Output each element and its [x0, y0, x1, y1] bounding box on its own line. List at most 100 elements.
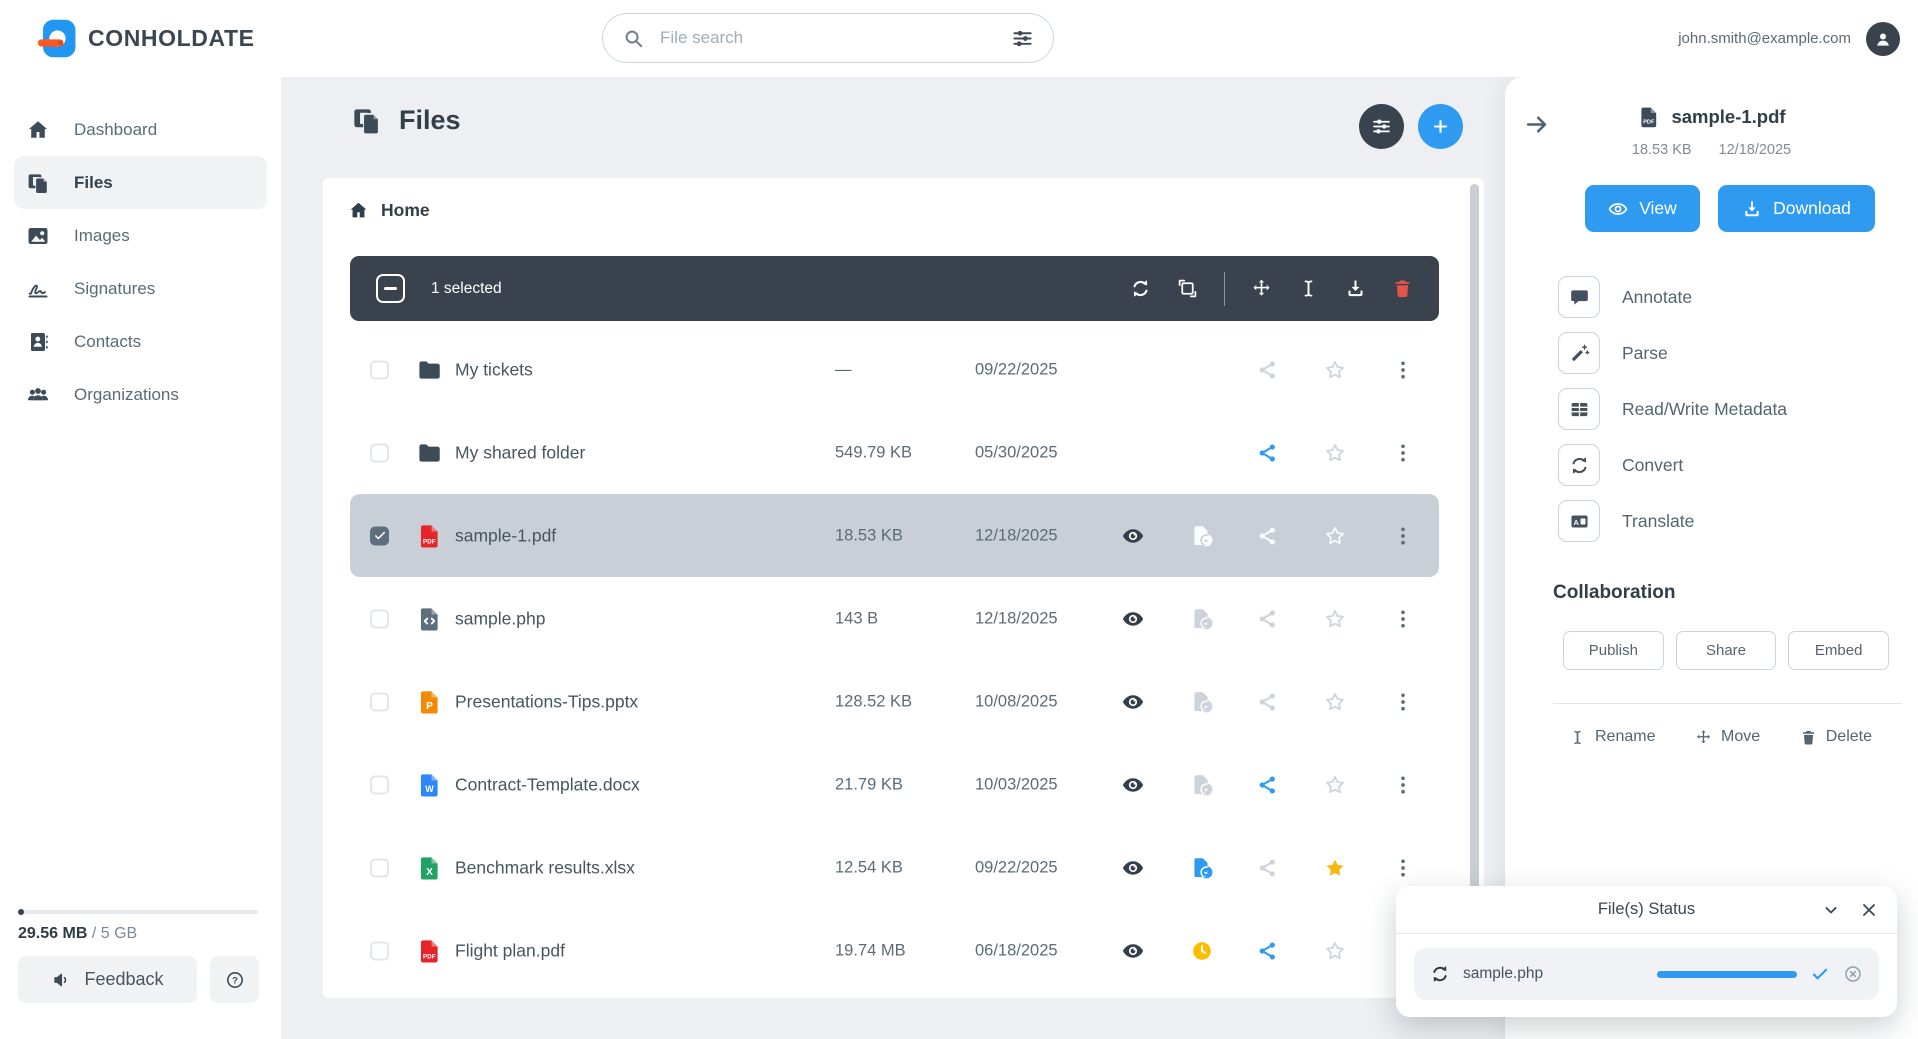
ibeam-button-icon[interactable]	[1298, 278, 1319, 299]
close-icon[interactable]	[1859, 900, 1879, 920]
breadcrumb[interactable]: Home	[348, 200, 430, 221]
preview-button[interactable]	[1122, 690, 1145, 713]
collapse-panel-button[interactable]	[1517, 110, 1556, 139]
file-name: My shared folder	[455, 442, 586, 462]
app-logo[interactable]: CONHOLDATE	[37, 18, 255, 59]
action-parse[interactable]: Parse	[1558, 332, 1918, 374]
view-button[interactable]: View	[1585, 185, 1700, 232]
action-read-write-metadata[interactable]: Read/Write Metadata	[1558, 388, 1918, 430]
share-button[interactable]	[1257, 690, 1280, 713]
refresh-button-icon[interactable]	[1130, 278, 1151, 299]
doc-status-button[interactable]	[1191, 773, 1214, 796]
favorite-button[interactable]	[1324, 524, 1347, 547]
download-button[interactable]: Download	[1718, 185, 1875, 232]
table-row[interactable]: Flight plan.pdf 19.74 MB 06/18/2025	[350, 909, 1439, 992]
row-menu-button[interactable]	[1392, 773, 1415, 796]
favorite-button[interactable]	[1324, 358, 1347, 381]
row-menu-button[interactable]	[1392, 690, 1415, 713]
search-bar[interactable]	[602, 13, 1054, 63]
doc-status-button[interactable]	[1191, 690, 1214, 713]
embed-button[interactable]: Embed	[1788, 631, 1890, 670]
favorite-button[interactable]	[1324, 939, 1347, 962]
row-menu-button[interactable]	[1392, 856, 1415, 879]
delete-button[interactable]: Delete	[1794, 727, 1878, 747]
row-checkbox[interactable]	[370, 526, 389, 545]
favorite-button[interactable]	[1324, 773, 1347, 796]
share-button[interactable]: Share	[1675, 631, 1777, 670]
translate-icon	[1569, 511, 1590, 532]
share-button[interactable]	[1257, 856, 1280, 879]
view-settings-button[interactable]	[1359, 104, 1404, 149]
move-button[interactable]: Move	[1689, 727, 1766, 747]
feedback-button[interactable]: Feedback	[18, 956, 197, 1003]
action-translate[interactable]: Translate	[1558, 500, 1918, 542]
publish-button[interactable]: Publish	[1563, 631, 1664, 670]
search-input[interactable]	[658, 27, 998, 49]
table-row[interactable]: Contract-Template.docx 21.79 KB 10/03/2025	[350, 743, 1439, 826]
favorite-button[interactable]	[1324, 690, 1347, 713]
sidebar-item-contacts[interactable]: Contacts	[14, 315, 267, 368]
cancel-icon[interactable]	[1843, 964, 1863, 984]
sidebar-item-files[interactable]: Files	[14, 156, 267, 209]
row-checkbox[interactable]	[370, 443, 389, 462]
sidebar-item-dashboard[interactable]: Dashboard	[14, 103, 267, 156]
favorite-button[interactable]	[1324, 607, 1347, 630]
share-icon	[1257, 856, 1280, 879]
action-convert[interactable]: Convert	[1558, 444, 1918, 486]
sidebar-item-label: Images	[74, 225, 130, 245]
preview-button[interactable]	[1122, 607, 1145, 630]
table-row[interactable]: My shared folder 549.79 KB 05/30/2025	[350, 411, 1439, 494]
action-annotate[interactable]: Annotate	[1558, 276, 1918, 318]
row-checkbox[interactable]	[370, 360, 389, 379]
table-row[interactable]: Benchmark results.xlsx 12.54 KB 09/22/2025	[350, 826, 1439, 909]
row-checkbox[interactable]	[370, 858, 389, 877]
preview-button[interactable]	[1122, 939, 1145, 962]
preview-button[interactable]	[1122, 856, 1145, 879]
row-checkbox[interactable]	[370, 775, 389, 794]
share-button[interactable]	[1257, 524, 1280, 547]
select-all-checkbox[interactable]	[376, 274, 405, 303]
search-filter-icon[interactable]	[1011, 27, 1034, 50]
favorite-button[interactable]	[1324, 441, 1347, 464]
avatar[interactable]	[1866, 21, 1900, 56]
share-button[interactable]	[1257, 441, 1280, 464]
share-button[interactable]	[1257, 607, 1280, 630]
list-scrollbar[interactable]	[1470, 184, 1479, 992]
help-button[interactable]	[210, 956, 259, 1003]
share-button[interactable]	[1257, 773, 1280, 796]
transform-button-icon[interactable]	[1177, 278, 1198, 299]
topbar: CONHOLDATE john.smith@example.com	[0, 0, 1918, 77]
doc-status-button[interactable]	[1191, 607, 1214, 630]
row-menu-button[interactable]	[1392, 607, 1415, 630]
storage-text: 29.56 MB / 5 GB	[18, 925, 258, 943]
doc-status-button[interactable]	[1191, 524, 1214, 547]
row-checkbox[interactable]	[370, 941, 389, 960]
preview-button[interactable]	[1122, 773, 1145, 796]
file-date: 12/18/2025	[975, 526, 1058, 544]
table-row[interactable]: Presentations-Tips.pptx 128.52 KB 10/08/20…	[350, 660, 1439, 743]
favorite-button[interactable]	[1324, 856, 1347, 879]
table-row[interactable]: My tickets — 09/22/2025	[350, 328, 1439, 411]
sidebar-item-signatures[interactable]: Signatures	[14, 262, 267, 315]
rename-button[interactable]: Rename	[1563, 727, 1661, 747]
chevron-down-icon[interactable]	[1821, 900, 1841, 920]
share-button[interactable]	[1257, 358, 1280, 381]
sidebar-item-organizations[interactable]: Organizations	[14, 368, 267, 421]
row-menu-button[interactable]	[1392, 441, 1415, 464]
doc-status-button[interactable]	[1191, 856, 1214, 879]
row-menu-button[interactable]	[1392, 524, 1415, 547]
pending-status-button[interactable]	[1191, 939, 1214, 962]
row-menu-button[interactable]	[1392, 358, 1415, 381]
table-row[interactable]: sample.php 143 B 12/18/2025	[350, 577, 1439, 660]
download-button-icon[interactable]	[1345, 278, 1366, 299]
row-checkbox[interactable]	[370, 692, 389, 711]
move-button-icon[interactable]	[1251, 278, 1272, 299]
sidebar-item-images[interactable]: Images	[14, 209, 267, 262]
row-checkbox[interactable]	[370, 609, 389, 628]
eye-icon	[1122, 856, 1145, 879]
preview-button[interactable]	[1122, 524, 1145, 547]
add-button[interactable]	[1418, 104, 1463, 149]
trash-button-icon[interactable]	[1392, 278, 1413, 299]
share-button[interactable]	[1257, 939, 1280, 962]
table-row[interactable]: sample-1.pdf 18.53 KB 12/18/2025	[350, 494, 1439, 577]
